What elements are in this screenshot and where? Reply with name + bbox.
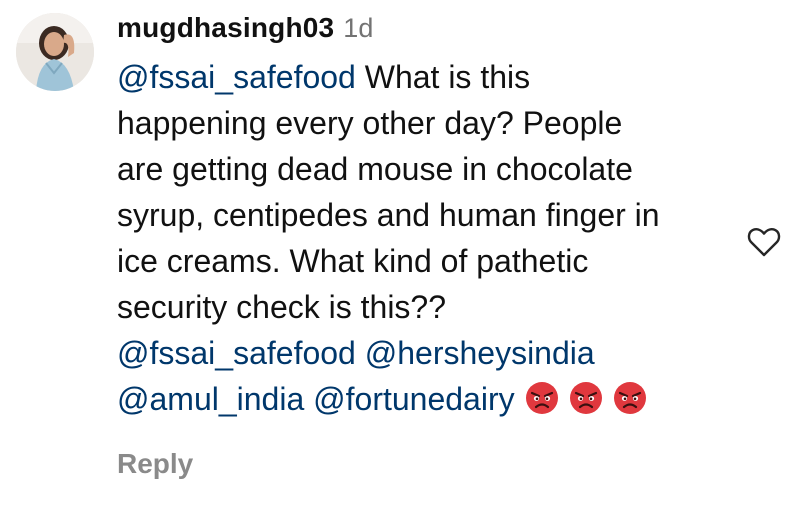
comment-line: are getting dead mouse in chocolate: [117, 151, 633, 187]
comment-line: security check is this??: [117, 289, 447, 325]
heart-outline-icon[interactable]: [746, 224, 782, 260]
comment-header: mugdhasingh03 1d: [117, 12, 727, 56]
comment: mugdhasingh03 1d @fssai_safefood What is…: [0, 0, 800, 512]
mention-link[interactable]: @hersheysindia: [365, 335, 595, 371]
comment-line: happening every other day? People: [117, 105, 623, 141]
reply-button[interactable]: Reply: [117, 448, 193, 480]
comment-body: @fssai_safefood What is this happening e…: [117, 54, 727, 422]
comment-text: What is this: [355, 59, 531, 95]
comment-line: @amul_india @fortunedairy: [117, 376, 727, 422]
avatar[interactable]: [16, 13, 94, 91]
mention-link[interactable]: @amul_india: [117, 381, 304, 417]
comment-line: ice creams. What kind of pathetic: [117, 243, 589, 279]
mention-link[interactable]: @fortunedairy: [313, 381, 514, 417]
comment-line: @fssai_safefood What is this: [117, 54, 727, 100]
mention-link[interactable]: @fssai_safefood: [117, 335, 356, 371]
timestamp[interactable]: 1d: [343, 13, 373, 44]
comment-line: @fssai_safefood @hersheysindia: [117, 330, 727, 376]
avatar-image: [16, 13, 94, 91]
mention-link[interactable]: @fssai_safefood: [117, 59, 356, 95]
angry-face-emoji: [613, 381, 647, 415]
username[interactable]: mugdhasingh03: [117, 12, 334, 44]
comment-content: mugdhasingh03 1d @fssai_safefood What is…: [117, 12, 727, 422]
comment-line: syrup, centipedes and human finger in: [117, 197, 660, 233]
angry-face-emoji: [569, 381, 603, 415]
angry-face-emoji: [525, 381, 559, 415]
